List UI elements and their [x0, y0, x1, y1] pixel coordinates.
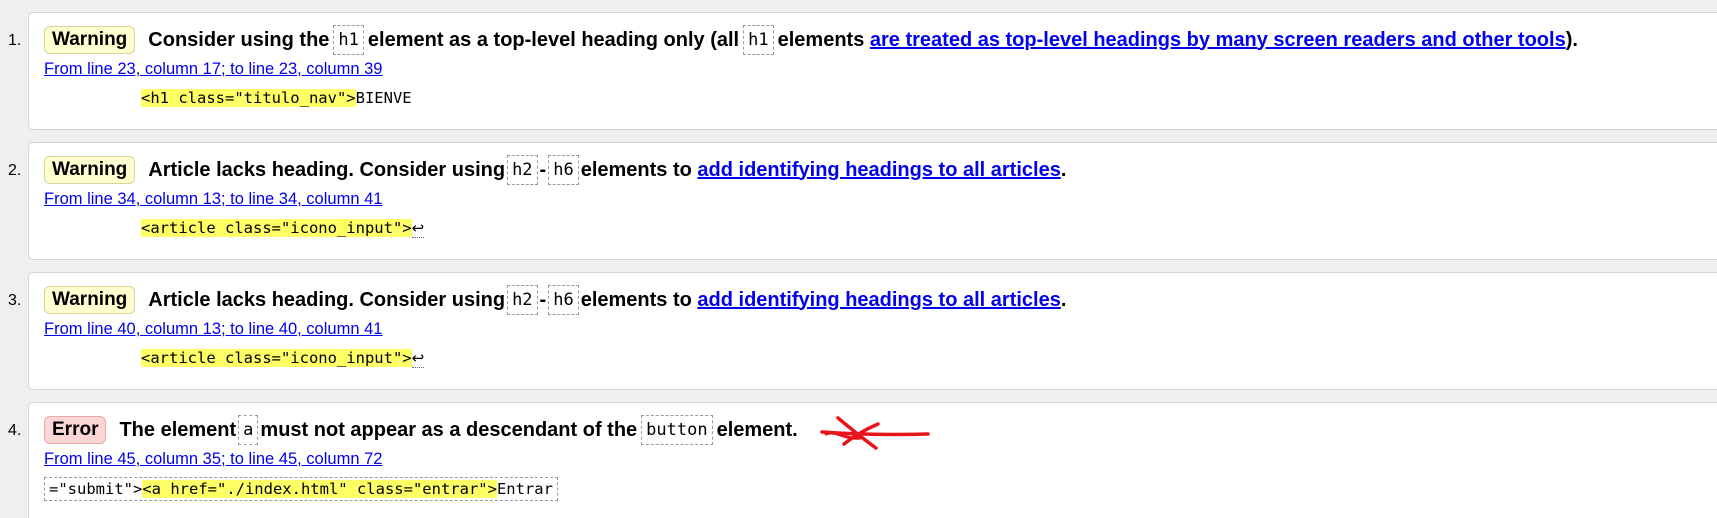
location-link[interactable]: From line 45, column 35; to line 45, col… — [44, 450, 382, 469]
code-element: h1 — [743, 25, 774, 55]
separator: - — [539, 288, 547, 311]
message-text: elements — [777, 28, 865, 51]
message-line: Warning Article lacks heading. Consider … — [44, 285, 1066, 315]
message-text: elements to — [580, 288, 692, 311]
code-element: h1 — [333, 25, 364, 55]
message-line: Warning Article lacks heading. Consider … — [44, 155, 1066, 185]
extract-highlight: <article class="icono_input"> — [141, 349, 412, 367]
newline-icon: ↩ — [411, 219, 425, 238]
message-number: 4. — [8, 422, 22, 439]
code-extract: <article class="icono_input">↩ — [141, 347, 425, 369]
message-text: element as a top-level heading only (all — [367, 28, 740, 51]
warning-badge: Warning — [44, 286, 136, 314]
extract-text: ="submit"> — [49, 480, 143, 498]
message-number: 1. — [8, 32, 22, 49]
newline-icon: ↩ — [411, 349, 425, 368]
message-warning: Warning Article lacks heading. Consider … — [28, 142, 1717, 260]
code-element: button — [641, 415, 713, 445]
error-badge: Error — [44, 416, 107, 444]
separator: - — [539, 158, 547, 181]
message-warning: Warning Article lacks heading. Consider … — [28, 272, 1717, 390]
extract-text: Entrar — [496, 480, 553, 498]
message-number: 2. — [8, 162, 22, 179]
message-text: Consider using the — [148, 28, 330, 51]
code-extract: <article class="icono_input">↩ — [141, 217, 425, 239]
message-text: ). — [1565, 28, 1578, 51]
message-text: The element — [119, 418, 237, 441]
message-text: . — [1060, 158, 1067, 181]
extract-highlight: <a href="./index.html" class="entrar"> — [142, 480, 497, 498]
warning-badge: Warning — [44, 156, 136, 184]
help-link[interactable]: are treated as top-level headings by man… — [870, 29, 1566, 52]
message-text: . — [1060, 288, 1067, 311]
validator-results: 1. Warning Consider using the h1 element… — [0, 0, 1717, 518]
code-element: a — [238, 415, 259, 445]
message-number: 3. — [8, 292, 22, 309]
location-link[interactable]: From line 40, column 13; to line 40, col… — [44, 320, 382, 339]
location-link[interactable]: From line 23, column 17; to line 23, col… — [44, 60, 382, 79]
warning-badge: Warning — [44, 26, 136, 54]
message-text: elements to — [580, 158, 692, 181]
help-link[interactable]: add identifying headings to all articles — [697, 159, 1060, 182]
red-scribble-annotation — [820, 416, 930, 450]
location-link[interactable]: From line 34, column 13; to line 34, col… — [44, 190, 382, 209]
message-line: Error The element a must not appear as a… — [44, 415, 798, 445]
message-warning: Warning Consider using the h1 element as… — [28, 12, 1717, 130]
message-text: element. — [716, 418, 798, 441]
code-extract: <h1 class="titulo_nav">BIENVE — [141, 87, 412, 109]
extract-highlight: <article class="icono_input"> — [141, 219, 412, 237]
code-element: h6 — [548, 155, 579, 185]
message-text: Article lacks heading. Consider using — [148, 288, 506, 311]
message-line: Warning Consider using the h1 element as… — [44, 25, 1578, 55]
code-element: h2 — [507, 285, 538, 315]
code-element: h6 — [548, 285, 579, 315]
extract-text: BIENVE — [355, 89, 412, 107]
message-text: must not appear as a descendant of the — [260, 418, 638, 441]
help-link[interactable]: add identifying headings to all articles — [697, 289, 1060, 312]
extract-highlight: <h1 class="titulo_nav"> — [141, 89, 356, 107]
code-extract: ="submit"><a href="./index.html" class="… — [44, 477, 558, 501]
code-element: h2 — [507, 155, 538, 185]
message-text: Article lacks heading. Consider using — [148, 158, 506, 181]
